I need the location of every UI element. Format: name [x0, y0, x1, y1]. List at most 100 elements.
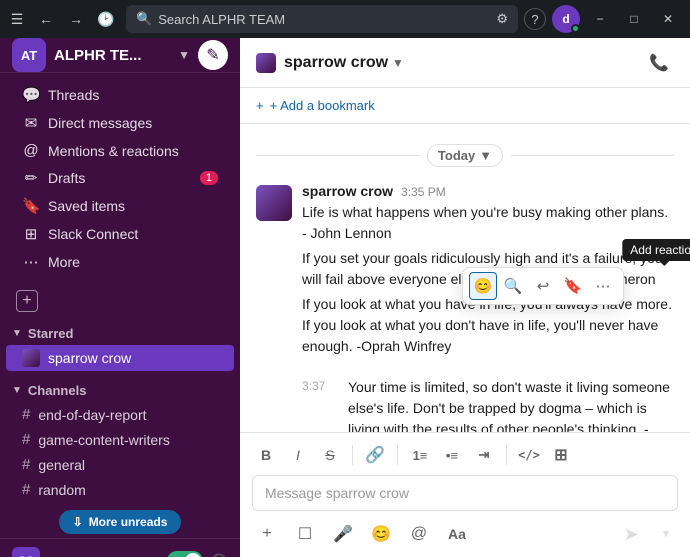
sidebar-channel-sparrow-crow[interactable]: sparrow crow	[6, 345, 234, 371]
sidebar-item-slack-connect[interactable]: ⊞ Slack Connect	[6, 220, 234, 248]
forward-button[interactable]: →	[62, 5, 90, 33]
sidebar-channel-random[interactable]: # random	[6, 477, 234, 502]
sidebar-item-label: More	[48, 254, 80, 270]
message-actions-row: + ☐ 🎤 😊 @ Aa ➤ ▼	[252, 519, 678, 549]
mention-button[interactable]: @	[404, 519, 434, 549]
channel-label: random	[38, 482, 85, 498]
divider-line	[511, 155, 674, 156]
attachment-button[interactable]: ☐	[290, 519, 320, 549]
sidebar-item-direct-messages[interactable]: ✉ Direct messages	[6, 109, 234, 137]
main-layout: AT ALPHR TE... ▼ ✎ 💬 Threads ✉ Direct me…	[0, 38, 690, 557]
code-block-button[interactable]: </>	[515, 441, 543, 469]
footer-avatar[interactable]: SC	[12, 547, 40, 557]
search-text: Search ALPHR TEAM	[158, 12, 285, 27]
sparrow-crow-avatar	[22, 349, 40, 367]
maximize-button[interactable]: □	[620, 5, 648, 33]
date-divider: Today ▼	[256, 144, 674, 167]
sidebar-nav: 💬 Threads ✉ Direct messages @ Mentions &…	[0, 73, 240, 284]
channels-section-header[interactable]: ▼ Channels	[0, 379, 240, 402]
close-button[interactable]: ✕	[654, 5, 682, 33]
sidebar-channel-end-of-day-report[interactable]: # end-of-day-report	[6, 402, 234, 427]
titlebar-right: ? d − □ ✕	[524, 5, 682, 33]
workspace-chevron-icon: ▼	[178, 48, 190, 62]
inline-time: 3:37	[302, 377, 338, 432]
hamburger-icon[interactable]: ☰	[8, 10, 26, 28]
send-dropdown[interactable]: ▼	[654, 519, 678, 549]
sidebar-item-saved[interactable]: 🔖 Saved items	[6, 192, 234, 220]
chevron-down-icon: ▼	[479, 148, 492, 163]
search-bar[interactable]: 🔍 Search ALPHR TEAM ⚙	[126, 5, 518, 33]
message-time: 3:35 PM	[401, 185, 446, 199]
more-icon: ⋯	[22, 253, 40, 271]
starred-label: Starred	[28, 326, 74, 341]
dm-icon: ✉	[22, 114, 40, 132]
bold-button[interactable]: B	[252, 441, 280, 469]
sidebar-item-threads[interactable]: 💬 Threads	[6, 81, 234, 109]
emoji-reaction-button[interactable]: 😊	[469, 272, 497, 300]
inline-message: 3:37 Your time is limited, so don't wast…	[256, 377, 674, 432]
channel-name[interactable]: sparrow crow ▼	[284, 54, 404, 72]
channel-label: sparrow crow	[48, 350, 131, 366]
format-button[interactable]: Aa	[442, 519, 472, 549]
bookmark-bar: + + Add a bookmark	[240, 88, 690, 124]
add-bookmark-button[interactable]: + + Add a bookmark	[256, 98, 375, 113]
help-button[interactable]: ?	[524, 8, 546, 30]
channel-chevron-icon: ▼	[392, 56, 404, 70]
titlebar: ☰ ← → 🕑 🔍 Search ALPHR TEAM ⚙ ? d − □ ✕	[0, 0, 690, 38]
message-text: Your time is limited, so don't waste it …	[348, 377, 674, 432]
link-button[interactable]: 🔗	[361, 441, 389, 469]
more-unreads-button[interactable]: ⇩ More unreads	[59, 510, 182, 534]
status-toggle[interactable]	[167, 551, 203, 557]
chevron-down-icon: ▼	[12, 328, 22, 339]
channel-header-right: 📞	[644, 48, 674, 78]
ordered-list-button[interactable]: 1≡	[406, 441, 434, 469]
message-author[interactable]: sparrow crow	[302, 183, 393, 199]
emoji-search-button[interactable]: 🔍	[499, 272, 527, 300]
hash-icon: #	[22, 481, 30, 498]
add-workspace-btn[interactable]: +	[0, 286, 240, 316]
sidebar-item-mentions[interactable]: @ Mentions & reactions	[6, 137, 234, 164]
send-button[interactable]: ➤	[616, 519, 646, 549]
sidebar-item-label: Saved items	[48, 198, 125, 214]
message-input-area: B I S 🔗 1≡ •≡ ⇥ </> ⊞ Message sparrow cr…	[240, 432, 690, 557]
workspace-header[interactable]: AT ALPHR TE... ▼ ✎	[0, 38, 240, 73]
divider-line	[256, 155, 419, 156]
mentions-icon: @	[22, 142, 40, 159]
history-button[interactable]: 🕑	[92, 5, 120, 33]
sidebar-item-drafts[interactable]: ✏ Drafts 1	[6, 164, 234, 192]
message-header: sparrow crow 3:35 PM	[302, 183, 674, 199]
sidebar-item-more[interactable]: ⋯ More	[6, 248, 234, 276]
bookmark-message-button[interactable]: 🔖	[559, 272, 587, 300]
sidebar: AT ALPHR TE... ▼ ✎ 💬 Threads ✉ Direct me…	[0, 38, 240, 557]
back-button[interactable]: ←	[32, 5, 60, 33]
sidebar-channel-game-content-writers[interactable]: # game-content-writers	[6, 427, 234, 452]
emoji-button[interactable]: 😊	[366, 519, 396, 549]
call-button[interactable]: 📞	[644, 48, 674, 78]
input-placeholder: Message sparrow crow	[265, 485, 409, 501]
message-input[interactable]: Message sparrow crow	[252, 475, 678, 511]
toggle-knob	[185, 553, 201, 557]
footer-name: sparrow crow	[48, 554, 159, 557]
content-area: sparrow crow ▼ 📞 + + Add a bookmark Toda…	[240, 38, 690, 557]
more-formatting-button[interactable]: ⊞	[547, 441, 575, 469]
compose-button[interactable]: ✎	[198, 40, 228, 70]
slack-connect-icon: ⊞	[22, 225, 40, 243]
indent-button[interactable]: ⇥	[470, 441, 498, 469]
audio-button[interactable]: 🎤	[328, 519, 358, 549]
hash-icon: #	[22, 456, 30, 473]
more-actions-button[interactable]: ⋯	[589, 272, 617, 300]
nav-controls: ← → 🕑	[32, 5, 120, 33]
user-avatar[interactable]: d	[552, 5, 580, 33]
hash-icon: #	[22, 406, 30, 423]
starred-section-header[interactable]: ▼ Starred	[0, 322, 240, 345]
strikethrough-button[interactable]: S	[316, 441, 344, 469]
reply-button[interactable]: ↩	[529, 272, 557, 300]
italic-button[interactable]: I	[284, 441, 312, 469]
unordered-list-button[interactable]: •≡	[438, 441, 466, 469]
sidebar-channel-general[interactable]: # general	[6, 452, 234, 477]
add-button[interactable]: +	[252, 519, 282, 549]
sidebar-item-label: Slack Connect	[48, 226, 138, 242]
date-label[interactable]: Today ▼	[427, 144, 503, 167]
channels-label: Channels	[28, 383, 87, 398]
minimize-button[interactable]: −	[586, 5, 614, 33]
